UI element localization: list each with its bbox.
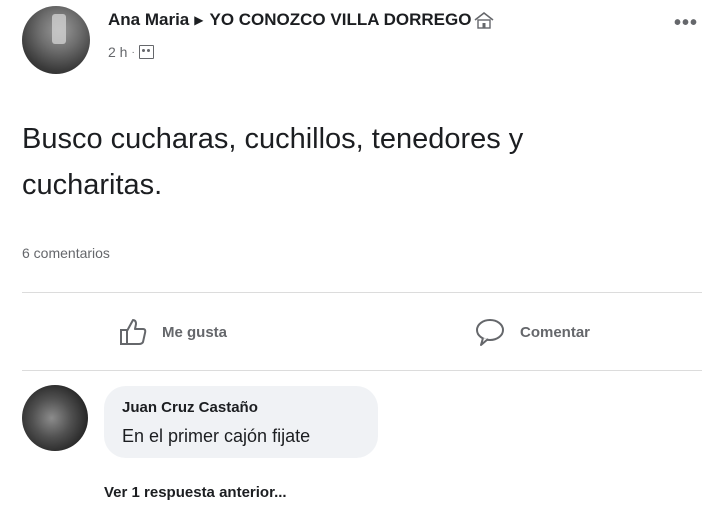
house-icon bbox=[474, 11, 494, 29]
post-time[interactable]: 2 h bbox=[108, 44, 127, 60]
view-previous-replies-link[interactable]: Ver 1 respuesta anterior... bbox=[104, 484, 287, 501]
author-name[interactable]: Ana Maria bbox=[108, 10, 189, 30]
like-button[interactable]: Me gusta bbox=[118, 312, 227, 352]
commenter-avatar[interactable] bbox=[22, 385, 88, 451]
comment-text: En el primer cajón fijate bbox=[122, 426, 311, 446]
group-icon bbox=[138, 45, 154, 59]
like-icon bbox=[120, 319, 147, 345]
comment-button[interactable]: Comentar bbox=[474, 312, 590, 352]
post-meta: 2 h · bbox=[108, 44, 154, 60]
comments-count[interactable]: 6 comentarios bbox=[22, 245, 110, 261]
post-text: Busco cucharas, cuchillos, tenedores y c… bbox=[22, 123, 524, 201]
like-label: Me gusta bbox=[162, 323, 228, 341]
separator-arrow: ▶ bbox=[194, 13, 204, 27]
divider-bottom bbox=[22, 370, 702, 371]
more-options-button[interactable]: ••• bbox=[674, 12, 698, 35]
comment-author[interactable]: Juan Cruz Castaño bbox=[122, 399, 258, 416]
author-avatar[interactable] bbox=[22, 6, 90, 74]
group-name[interactable]: YO CONOZCO VILLA DORREGO bbox=[209, 10, 471, 30]
post-header: Ana Maria ▶ YO CONOZCO VILLA DORREGO 2 h… bbox=[22, 6, 702, 80]
comment-label: Comentar bbox=[520, 323, 591, 341]
meta-dot: · bbox=[131, 46, 135, 58]
divider-top bbox=[22, 292, 702, 293]
comment-bubble: Juan Cruz Castaño En el primer cajón fij… bbox=[104, 386, 378, 458]
post-title-line: Ana Maria ▶ YO CONOZCO VILLA DORREGO bbox=[108, 10, 495, 30]
comment-icon bbox=[476, 319, 504, 346]
